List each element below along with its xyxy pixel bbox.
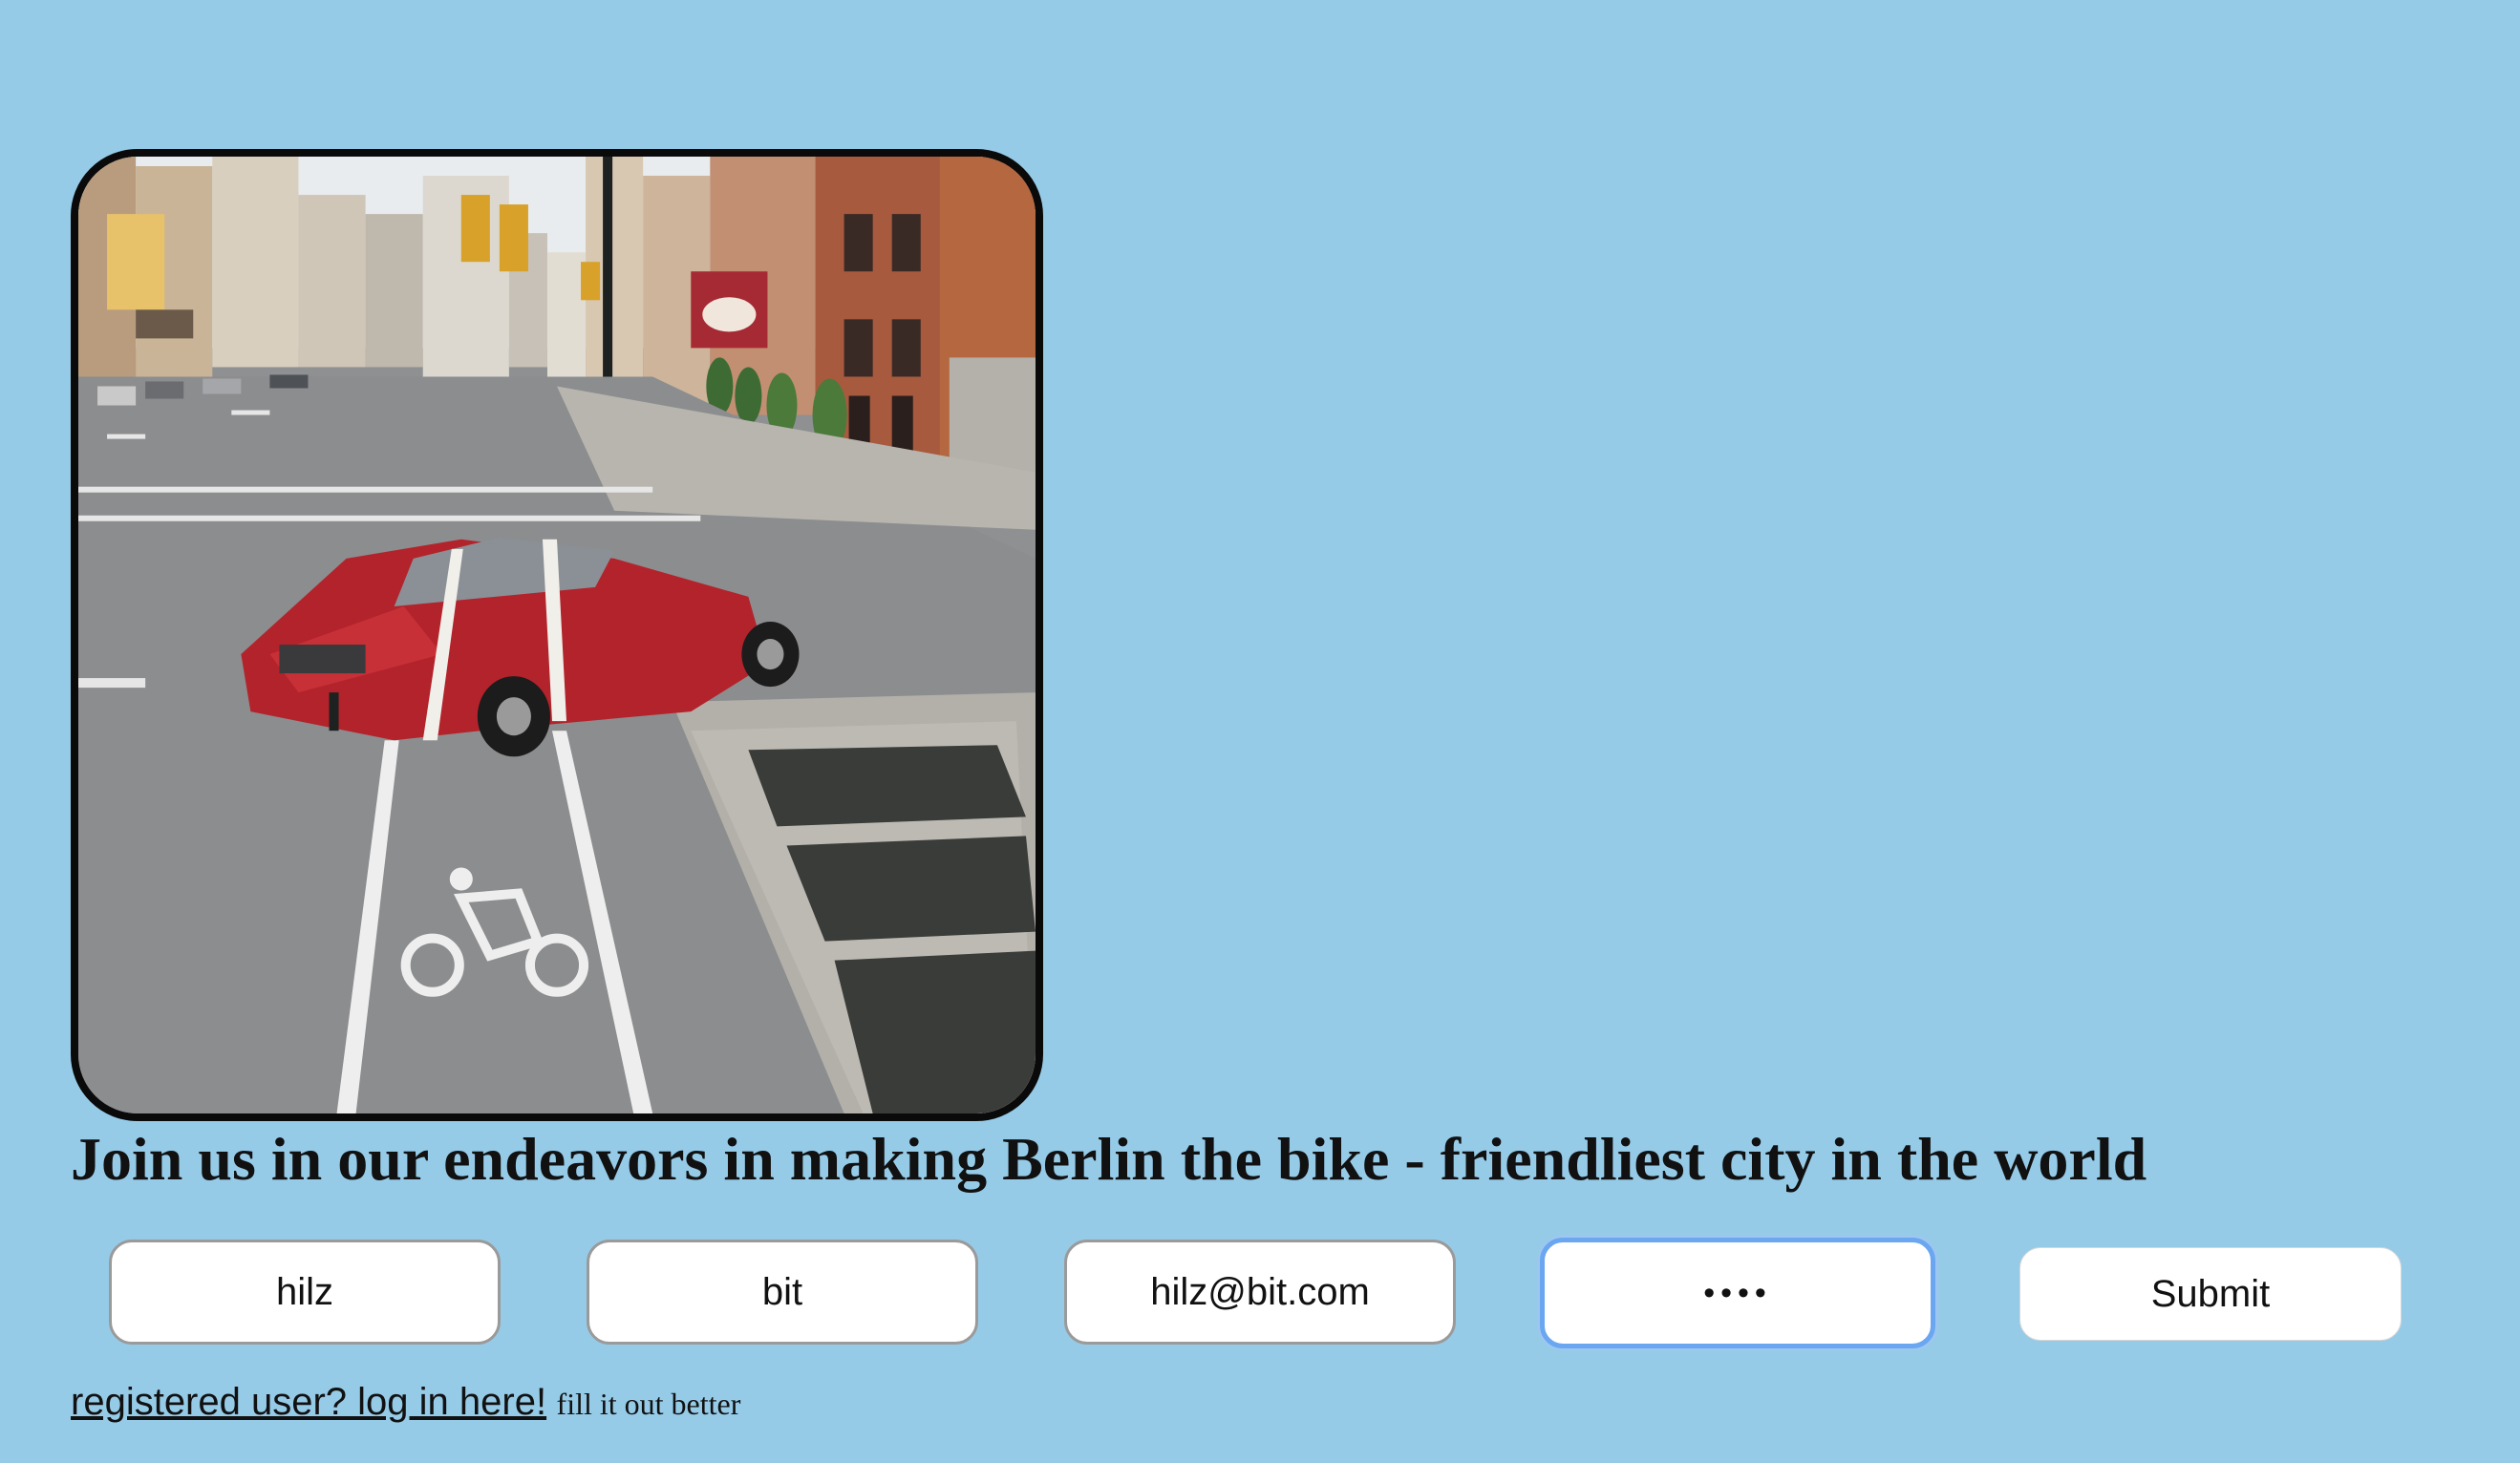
password-input[interactable] [1540,1238,1935,1348]
first-name-input[interactable] [109,1240,501,1345]
email-input[interactable] [1064,1240,1456,1345]
last-name-input[interactable] [587,1240,978,1345]
login-link[interactable]: registered user? log in here! [71,1381,546,1423]
page-headline: Join us in our endeavors in making Berli… [71,1125,2147,1193]
street-photo-icon [78,157,1036,1113]
submit-button[interactable]: Submit [2019,1247,2402,1341]
street-photo [71,149,1043,1121]
footer: registered user? log in here! fill it ou… [71,1381,740,1424]
form-hint-text: fill it out better [556,1387,741,1421]
